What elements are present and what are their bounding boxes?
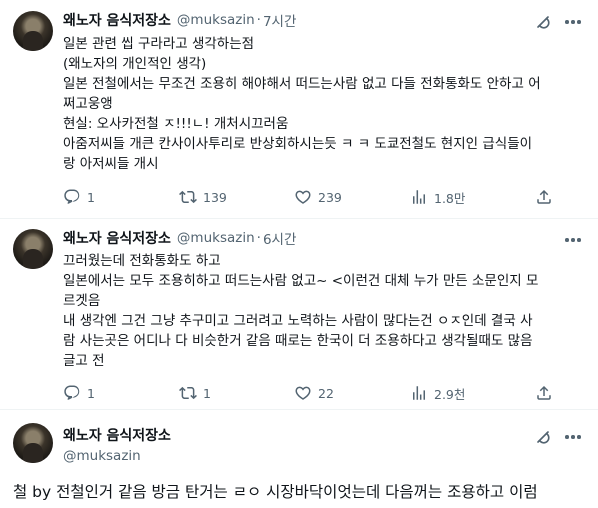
view-count: 1.8만 [434,190,466,206]
reply-icon [64,385,80,400]
tweet-2[interactable]: 왜노자 음식저장소 @muksazin · 6시간 끄러웠는데 전화통화도 하고… [0,219,598,409]
tweet-line: (왜노자의 개인적인 생각) [63,56,207,72]
tweet-text: 일본 관련 씹 구라라고 생각하는점 (왜노자의 개인적인 생각) 일본 전철에… [63,34,583,174]
action-bar: 1 139 239 1.8만 [63,187,583,207]
tweet-line: 르겟음 [63,293,101,309]
timestamp[interactable]: 7시간 [263,10,296,30]
tweet-line: 일본에서는 모두 조용히하고 떠드는사람 없고~ <이런건 대체 누가 만든 소… [63,273,539,289]
reply-button[interactable]: 1 [63,383,95,403]
avatar[interactable] [13,423,53,463]
display-name[interactable]: 왜노자 음식저장소 [63,10,171,30]
more-icon[interactable] [563,230,583,250]
avatar[interactable] [13,11,53,51]
tweet-line: 끄러웠는데 전화통화도 하고 [63,253,221,269]
tweet-line: 일본 관련 씹 구라라고 생각하는점 [63,36,255,52]
tweet-line: 일본 전철에서는 무조건 조용히 해야해서 떠드는사람 없고 다들 전화통화도 … [63,76,541,92]
tweet-line: 쩌고웅앵 [63,96,113,112]
more-icon[interactable] [563,427,583,447]
views-icon [413,190,425,204]
tweet-line: 람 사는곳은 어디나 다 비슷한거 같음 때로는 한국이 더 조용하다고 생각될… [63,333,533,349]
tweet-line: 아줌저씨들 개큰 칸사이사투리로 반상회하시는듯 ㅋ ㅋ 도쿄전철도 현지인 급… [63,136,533,152]
more-icon[interactable] [563,12,583,32]
tweet-1[interactable]: 왜노자 음식저장소 @muksazin · 7시간 일본 관련 씹 구라라고 생… [0,0,598,218]
avatar[interactable] [13,229,53,269]
share-icon [537,385,551,400]
reply-icon [64,189,80,204]
views-button[interactable]: 1.8만 [410,187,465,207]
retweet-count: 139 [203,189,227,205]
retweet-count: 1 [203,385,211,401]
reply-count: 1 [87,189,95,205]
tweet-line: 내 생각엔 그건 그냥 추구미고 그러려고 노력하는 사람이 많다는건 ㅇㅈ인데… [63,313,533,329]
tweet-header: 왜노자 음식저장소 @muksazin · 7시간 [63,10,296,30]
retweet-icon [179,386,197,400]
view-count: 2.9천 [434,386,466,402]
grok-icon[interactable] [533,12,553,32]
display-name[interactable]: 왜노자 음식저장소 [63,425,171,445]
display-name[interactable]: 왜노자 음식저장소 [63,228,171,248]
action-bar: 1 1 22 2.9천 [63,383,583,403]
user-handle[interactable]: @muksazin [177,12,255,28]
tweet-text: 끄러웠는데 전화통화도 하고 일본에서는 모두 조용히하고 떠드는사람 없고~ … [63,251,583,371]
reply-button[interactable]: 1 [63,187,95,207]
focused-tweet[interactable]: 왜노자 음식저장소 @muksazin 철 by 전철인거 같음 방금 탄거는 … [0,410,598,508]
user-handle[interactable]: @muksazin [63,448,141,464]
separator-dot: · [256,12,261,28]
like-count: 22 [318,385,334,401]
user-handle[interactable]: @muksazin [177,230,255,246]
grok-icon[interactable] [533,427,553,447]
retweet-icon [179,190,197,204]
tweet-line: 현실: 오사카전철 ㅈ!!!ㄴ! 개처시끄러움 [63,116,289,132]
views-icon [413,386,425,400]
tweet-text: 철 by 전철인거 같음 방금 탄거는 ㄹㅇ 시장바닥이엇는데 다음꺼는 조용하… [13,483,538,501]
timestamp[interactable]: 6시간 [263,228,296,248]
like-button[interactable]: 22 [294,383,334,403]
share-icon [537,189,551,204]
retweet-button[interactable]: 1 [179,383,211,403]
tweet-line: 글고 전 [63,353,105,369]
share-button[interactable] [535,383,553,403]
separator-dot: · [256,230,261,246]
tweet-header: 왜노자 음식저장소 @muksazin · 6시간 [63,228,296,248]
like-button[interactable]: 239 [294,187,342,207]
share-button[interactable] [535,187,553,207]
heart-icon [295,190,311,204]
heart-icon [295,386,311,400]
tweet-line: 랑 아저씨들 개시 [63,156,159,172]
retweet-button[interactable]: 139 [179,187,227,207]
tweet-header: 왜노자 음식저장소 [63,425,171,445]
handle-row: @muksazin [63,446,141,466]
views-button[interactable]: 2.9천 [410,383,465,403]
like-count: 239 [318,189,342,205]
reply-count: 1 [87,385,95,401]
